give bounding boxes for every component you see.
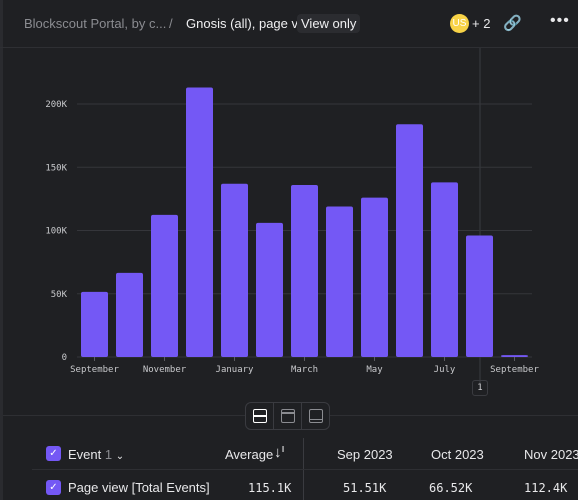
cell-value: 51.51K xyxy=(343,481,387,495)
event-count: 1 xyxy=(104,447,113,462)
bar[interactable] xyxy=(431,182,458,357)
x-tick-label: July xyxy=(434,365,456,375)
bar[interactable] xyxy=(361,197,388,357)
bar[interactable] xyxy=(151,214,178,357)
average-column-header[interactable]: Average xyxy=(225,447,273,462)
bar[interactable] xyxy=(116,272,143,357)
bottom-panel-button[interactable] xyxy=(302,403,329,429)
average-value: 115.1K xyxy=(248,481,292,495)
top-panel-icon xyxy=(280,409,295,423)
column-header[interactable]: Oct 2023 xyxy=(431,447,484,462)
column-header[interactable]: Nov 2023 xyxy=(524,447,578,462)
column-header[interactable]: Sep 2023 xyxy=(337,447,393,462)
bottom-panel-icon xyxy=(308,409,323,423)
event-name: Page view [Total Events] xyxy=(68,480,210,495)
bar-chart: 0 50K 100K 150K 200K September November January… xyxy=(45,48,539,390)
x-tick-label: September xyxy=(490,365,539,375)
row-checkbox[interactable]: ✓ xyxy=(46,480,61,495)
bar[interactable] xyxy=(186,87,213,358)
chevron-down-icon: ⌄ xyxy=(115,451,125,462)
bar[interactable] xyxy=(396,124,423,358)
bar[interactable] xyxy=(291,184,318,357)
y-tick-label: 0 xyxy=(62,353,67,363)
page-indicator[interactable]: 1 xyxy=(472,380,488,396)
y-tick-label: 200K xyxy=(45,100,67,110)
bar[interactable] xyxy=(256,222,283,357)
x-tick-label: May xyxy=(366,365,383,375)
sort-descending-icon[interactable]: ↓ᑊ xyxy=(274,443,284,461)
cell-value: 66.52K xyxy=(429,481,473,495)
split-view-icon xyxy=(252,409,267,423)
y-tick-label: 100K xyxy=(45,227,67,237)
table-header: ✓ Event 1 ⌄ Average ↓ᑊ Sep 2023 Oct 2023… xyxy=(32,440,578,470)
select-all-checkbox[interactable]: ✓ xyxy=(46,446,61,461)
bar[interactable] xyxy=(326,206,353,357)
bar[interactable] xyxy=(501,355,528,357)
view-toggle-group xyxy=(245,402,330,430)
top-panel-button[interactable] xyxy=(274,403,302,429)
x-tick-label: September xyxy=(70,365,119,375)
table-row: ✓ Page view [Total Events] 115.1K 51.51K… xyxy=(32,478,578,500)
bar[interactable] xyxy=(81,291,108,357)
y-tick-label: 50K xyxy=(51,290,68,300)
x-tick-label: January xyxy=(216,365,255,375)
event-column-header[interactable]: Event 1 ⌄ xyxy=(68,447,124,462)
x-tick-label: March xyxy=(291,365,318,375)
x-tick-label: November xyxy=(143,365,187,375)
bar[interactable] xyxy=(221,183,248,357)
y-tick-label: 150K xyxy=(45,163,67,173)
cell-value: 112.4K xyxy=(524,481,568,495)
split-view-button[interactable] xyxy=(246,403,274,429)
event-label: Event xyxy=(68,447,102,462)
bar[interactable] xyxy=(466,235,493,357)
